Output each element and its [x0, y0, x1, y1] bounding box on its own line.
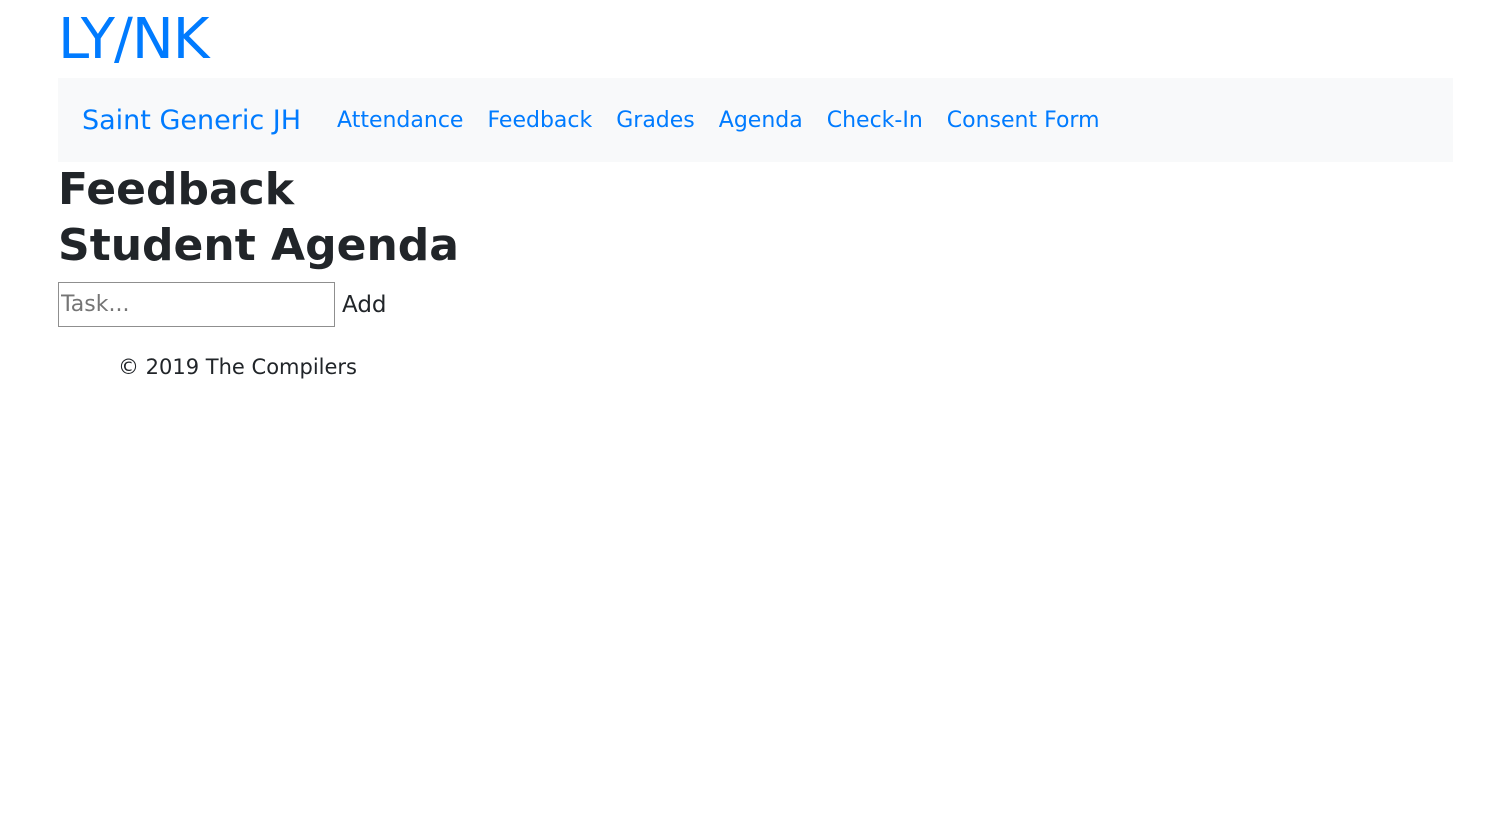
- nav-link-consent-form[interactable]: Consent Form: [947, 108, 1100, 133]
- nav-link-check-in[interactable]: Check-In: [827, 108, 923, 133]
- nav-links: Attendance Feedback Grades Agenda Check-…: [337, 108, 1124, 133]
- navbar: Saint Generic JH Attendance Feedback Gra…: [58, 78, 1453, 162]
- page-container: LY/NK Saint Generic JH Attendance Feedba…: [58, 0, 1453, 379]
- student-agenda-heading: Student Agenda: [58, 220, 459, 271]
- nav-link-grades[interactable]: Grades: [616, 108, 695, 133]
- add-task-button[interactable]: Add: [335, 292, 387, 318]
- nav-link-feedback[interactable]: Feedback: [487, 108, 592, 133]
- footer-copyright: © 2019 The Compilers: [118, 355, 357, 379]
- nav-link-attendance[interactable]: Attendance: [337, 108, 463, 133]
- nav-link-agenda[interactable]: Agenda: [719, 108, 803, 133]
- feedback-heading: Feedback: [58, 164, 294, 215]
- task-form: Add: [58, 282, 1453, 327]
- task-input[interactable]: [58, 282, 335, 327]
- site-logo[interactable]: LY/NK: [58, 0, 1453, 78]
- navbar-brand[interactable]: Saint Generic JH: [82, 105, 301, 136]
